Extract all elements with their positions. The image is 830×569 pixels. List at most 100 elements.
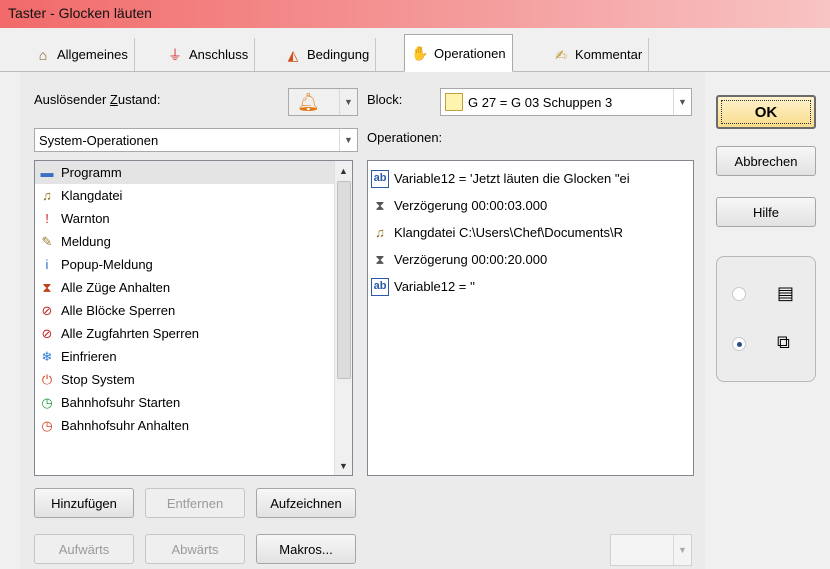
scroll-down-icon[interactable]: ▼: [335, 457, 352, 474]
variable-icon: ab: [371, 169, 389, 188]
block-value: G 27 = G 03 Schuppen 3: [468, 94, 613, 110]
cancel-button[interactable]: Abbrechen: [716, 146, 816, 176]
block-lock-icon: ⊘: [41, 303, 53, 318]
move-up-button[interactable]: Aufwärts: [34, 534, 134, 564]
tab-label: Allgemeines: [57, 47, 128, 62]
plug-icon: ⏚: [168, 46, 182, 63]
monitor-icon: ▬: [40, 165, 54, 180]
list-item-label: Alle Züge Anhalten: [61, 280, 171, 295]
list-item-label: Stop System: [61, 372, 135, 387]
chevron-down-icon[interactable]: ▼: [339, 89, 357, 115]
extra-dropdown[interactable]: ▼: [610, 534, 692, 566]
operation-text: Verzögerung 00:00:20.000: [394, 252, 548, 267]
comment-icon: ✍: [555, 46, 567, 63]
sound-file-icon: ♫: [42, 188, 52, 203]
snowflake-icon: ❄: [41, 349, 53, 364]
block-dropdown[interactable]: G 27 = G 03 Schuppen 3 ▼: [440, 88, 692, 116]
condition-icon: ◭: [287, 46, 299, 63]
bell-icon: 🔔︎: [297, 92, 320, 112]
list-item-label: Alle Zugfahrten Sperren: [61, 326, 200, 341]
list-item-label: Programm: [61, 165, 122, 180]
details-icon: ⧉: [777, 332, 790, 352]
operations-icon: ✋: [411, 45, 429, 61]
list-item[interactable]: ⊘ Alle Zugfahrten Sperren: [35, 322, 352, 345]
list-scrollbar[interactable]: ▲ ▼: [334, 161, 352, 475]
list-item[interactable]: ⧗ Alle Züge Anhalten: [35, 276, 352, 299]
pencil-icon: ✎: [41, 234, 53, 249]
details-view-radio[interactable]: [732, 337, 746, 351]
list-view-radio[interactable]: [732, 287, 746, 301]
hourglass-stop-icon: ⧗: [42, 280, 52, 295]
category-value: System-Operationen: [39, 132, 159, 148]
tab-label: Bedingung: [307, 47, 370, 62]
operation-text: Variable12 = '': [394, 279, 475, 294]
operation-item[interactable]: ab Variable12 = 'Jetzt läuten die Glocken…: [368, 165, 693, 192]
list-item[interactable]: ⊘ Alle Blöcke Sperren: [35, 299, 352, 322]
warning-tone-icon: !: [45, 211, 49, 226]
list-item-label: Popup-Meldung: [61, 257, 153, 272]
list-item-label: Bahnhofsuhr Starten: [61, 395, 181, 410]
tab-kommentar[interactable]: ✍ Kommentar: [546, 38, 650, 71]
operation-text: Variable12 = 'Jetzt läuten die Glocken "…: [394, 171, 630, 186]
block-color-swatch: [445, 93, 463, 111]
tab-anschluss[interactable]: ⏚ Anschluss: [160, 38, 256, 71]
list-item[interactable]: ◷ Bahnhofsuhr Anhalten: [35, 414, 352, 437]
window-title: Taster - Glocken läuten: [0, 0, 830, 28]
list-item[interactable]: ⏻ Stop System: [35, 368, 352, 391]
operation-item[interactable]: ⧗ Verzögerung 00:00:03.000: [368, 192, 693, 219]
ok-button[interactable]: OK: [716, 95, 816, 129]
operation-item[interactable]: ab Variable12 = '': [368, 273, 693, 300]
trigger-state-dropdown[interactable]: 🔔︎ ▼: [288, 88, 358, 116]
chevron-down-icon[interactable]: ▼: [339, 129, 357, 151]
chevron-down-icon[interactable]: ▼: [673, 89, 691, 115]
operations-list[interactable]: ab Variable12 = 'Jetzt läuten die Glocken…: [367, 160, 694, 476]
operation-type-list[interactable]: ▬ Programm ♫ Klangdatei! Warnton ✎ Meldung i Pop…: [34, 160, 353, 476]
list-item-label: Klangdatei: [61, 188, 123, 203]
info-icon: i: [45, 257, 49, 272]
clock-icon: ◷: [41, 395, 53, 410]
tab-operationen[interactable]: ✋ Operationen: [404, 34, 513, 72]
sound-file-icon: ♫: [375, 225, 385, 240]
tab-label: Operationen: [434, 45, 506, 61]
scroll-up-icon[interactable]: ▲: [335, 162, 352, 179]
house-icon: ⌂: [38, 46, 48, 63]
record-button[interactable]: Aufzeichnen: [256, 488, 356, 518]
list-item[interactable]: ♫ Klangdatei: [35, 184, 352, 207]
list-item[interactable]: ▬ Programm: [35, 161, 352, 184]
list-item[interactable]: ◷ Bahnhofsuhr Starten: [35, 391, 352, 414]
variable-icon: ab: [371, 277, 389, 296]
list-item[interactable]: i Popup-Meldung: [35, 253, 352, 276]
help-button[interactable]: Hilfe: [716, 197, 816, 227]
list-item[interactable]: ✎ Meldung: [35, 230, 352, 253]
macros-button[interactable]: Makros...: [256, 534, 356, 564]
operations-label: Operationen:: [367, 130, 443, 145]
category-dropdown[interactable]: System-Operationen ▼: [34, 128, 358, 152]
tab-bedingung[interactable]: ◭ Bedingung: [278, 38, 377, 71]
list-item-label: Bahnhofsuhr Anhalten: [61, 418, 189, 433]
tab-allgemeines[interactable]: ⌂ Allgemeines: [28, 38, 135, 71]
hourglass-icon: ⧗: [375, 252, 385, 267]
chevron-down-icon[interactable]: ▼: [673, 535, 691, 565]
list-item-label: Alle Blöcke Sperren: [61, 303, 176, 318]
list-item-label: Meldung: [61, 234, 111, 249]
tab-label: Kommentar: [575, 47, 643, 62]
list-item-label: Warnton: [61, 211, 110, 226]
trigger-state-label: Auslösender Zustand:: [34, 92, 161, 107]
operation-item[interactable]: ⧗ Verzögerung 00:00:20.000: [368, 246, 693, 273]
operation-item[interactable]: ♫ Klangdatei C:\Users\Chef\Documents\R: [368, 219, 693, 246]
route-lock-icon: ⊘: [41, 326, 53, 341]
add-button[interactable]: Hinzufügen: [34, 488, 134, 518]
stop-icon: ⏻: [41, 372, 53, 387]
list-item[interactable]: ❄ Einfrieren: [35, 345, 352, 368]
operation-text: Verzögerung 00:00:03.000: [394, 198, 548, 213]
focus-rectangle: [721, 100, 811, 124]
clock-stop-icon: ◷: [41, 418, 53, 433]
list-item[interactable]: ! Warnton: [35, 207, 352, 230]
list-icon: ▤: [777, 283, 795, 303]
tab-strip: ⌂ Allgemeines ⏚ Anschluss ◭ Bedingung ✋ …: [0, 28, 830, 72]
view-mode-group: ▤ ⧉: [716, 256, 816, 382]
move-down-button[interactable]: Abwärts: [145, 534, 245, 564]
block-label: Block:: [367, 92, 403, 107]
scroll-thumb[interactable]: [337, 181, 351, 379]
remove-button[interactable]: Entfernen: [145, 488, 245, 518]
